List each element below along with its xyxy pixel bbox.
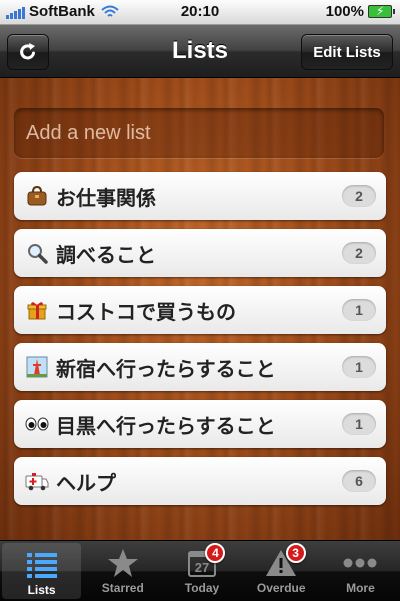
lists-container: お仕事関係 2 調べること 2 コストコで買うもの 1 新宿へ行ったらすること … xyxy=(14,172,386,514)
more-icon xyxy=(342,547,378,579)
edit-lists-button[interactable]: Edit Lists xyxy=(301,34,393,70)
list-item-count: 1 xyxy=(342,413,376,435)
tower-icon xyxy=(24,354,50,380)
tab-bar: Lists Starred 27 4 Today 3 Overdue More xyxy=(0,540,400,601)
list-icon xyxy=(25,549,59,581)
list-item-costco[interactable]: コストコで買うもの 1 xyxy=(14,286,386,334)
list-item-work[interactable]: お仕事関係 2 xyxy=(14,172,386,220)
list-item-label: 目黒へ行ったらすること xyxy=(56,413,276,438)
tab-today[interactable]: 27 4 Today xyxy=(162,541,241,601)
tab-label: Overdue xyxy=(256,581,306,595)
list-item-meguro[interactable]: 目黒へ行ったらすること 1 xyxy=(14,400,386,448)
gift-icon xyxy=(24,297,50,323)
list-item-label: コストコで買うもの xyxy=(56,299,236,324)
list-item-count: 2 xyxy=(342,185,376,207)
battery-icon: ⚡ xyxy=(368,4,395,18)
tab-label: Lists xyxy=(27,583,56,597)
magnifier-icon xyxy=(24,240,50,266)
eyes-icon xyxy=(24,411,50,437)
list-item-count: 1 xyxy=(342,356,376,378)
list-item-shinjuku[interactable]: 新宿へ行ったらすること 1 xyxy=(14,343,386,391)
tab-label: Today xyxy=(184,581,220,595)
tab-label: Starred xyxy=(101,581,144,595)
overdue-badge: 3 xyxy=(285,543,306,563)
briefcase-icon xyxy=(24,183,50,209)
star-icon xyxy=(107,547,139,579)
list-item-count: 2 xyxy=(342,242,376,264)
tab-lists[interactable]: Lists xyxy=(2,543,82,599)
tab-starred[interactable]: Starred xyxy=(83,541,162,601)
battery-percent: 100% xyxy=(325,3,364,20)
tab-overdue[interactable]: 3 Overdue xyxy=(242,541,321,601)
list-item-label: ヘルプ xyxy=(56,470,116,495)
tab-label: More xyxy=(346,581,375,595)
list-item-research[interactable]: 調べること 2 xyxy=(14,229,386,277)
ambulance-icon xyxy=(24,468,50,494)
list-item-help[interactable]: ヘルプ 6 xyxy=(14,457,386,505)
status-bar: SoftBank 20:10 100% ⚡ xyxy=(0,0,400,25)
tab-more[interactable]: More xyxy=(321,541,400,601)
list-item-label: お仕事関係 xyxy=(56,185,156,210)
list-item-label: 調べること xyxy=(56,242,156,267)
list-item-count: 1 xyxy=(342,299,376,321)
status-right: 100% ⚡ xyxy=(325,3,395,20)
list-item-label: 新宿へ行ったらすること xyxy=(56,356,276,381)
add-list-input[interactable] xyxy=(14,108,384,158)
list-content: お仕事関係 2 調べること 2 コストコで買うもの xyxy=(0,78,400,540)
calendar-day: 27 xyxy=(195,560,209,575)
nav-bar: Lists Edit Lists xyxy=(0,25,400,78)
today-badge: 4 xyxy=(205,543,226,563)
list-item-count: 6 xyxy=(342,470,376,492)
